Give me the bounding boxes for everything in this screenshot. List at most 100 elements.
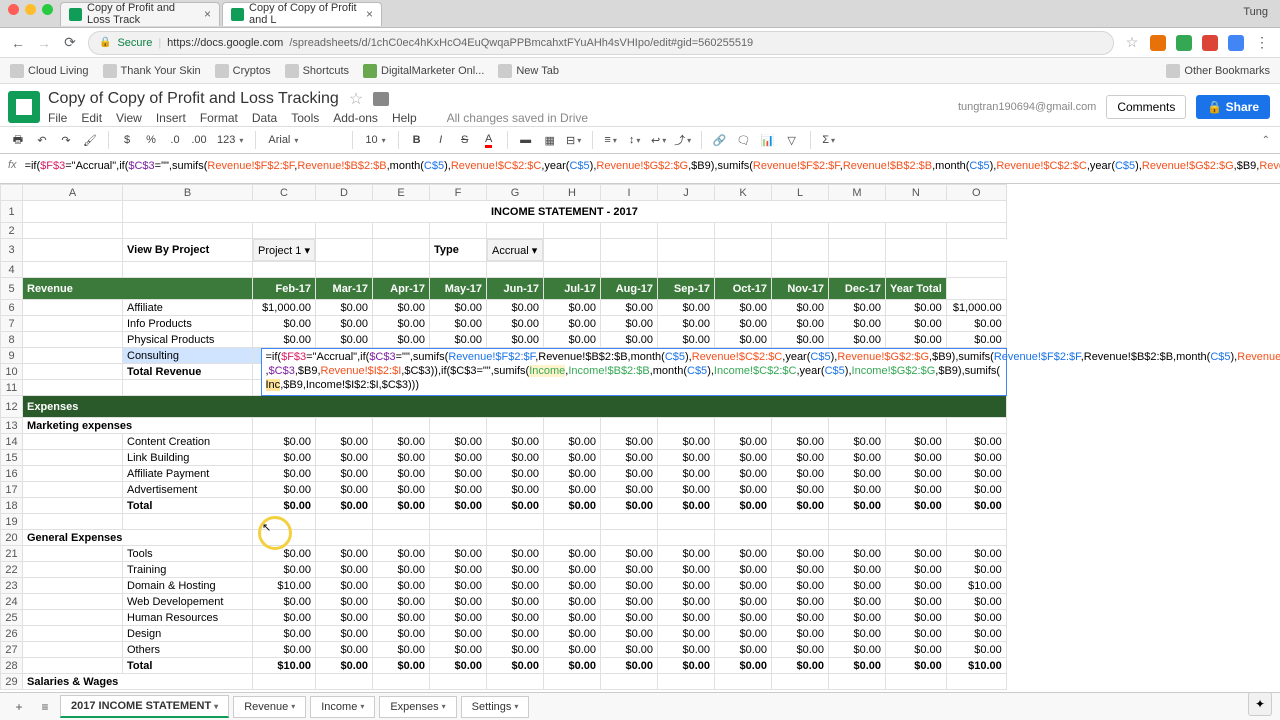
- cell[interactable]: [23, 690, 123, 691]
- month-header[interactable]: Nov-17: [772, 278, 829, 300]
- money-cell[interactable]: $0.00: [253, 316, 316, 332]
- money-cell[interactable]: $0.00: [658, 434, 715, 450]
- cell[interactable]: [123, 380, 253, 396]
- col-header[interactable]: [1, 185, 23, 201]
- row-header[interactable]: 14: [1, 434, 23, 450]
- add-sheet-button[interactable]: +: [8, 696, 30, 718]
- row-header[interactable]: 24: [1, 594, 23, 610]
- row-label[interactable]: Tools: [123, 546, 253, 562]
- money-cell[interactable]: $0.00: [430, 626, 487, 642]
- money-cell[interactable]: $0.00: [772, 332, 829, 348]
- browser-tab-1[interactable]: Copy of Profit and Loss Track ×: [60, 2, 220, 26]
- cell[interactable]: [123, 514, 253, 530]
- cell[interactable]: [316, 262, 373, 278]
- money-cell[interactable]: $0.00: [946, 562, 1006, 578]
- halign-icon[interactable]: ≡▾: [601, 130, 621, 150]
- extension-icon[interactable]: [1202, 35, 1218, 51]
- forward-button[interactable]: →: [36, 35, 52, 51]
- money-cell[interactable]: $0.00: [886, 498, 947, 514]
- money-cell[interactable]: $0.00: [316, 498, 373, 514]
- money-cell[interactable]: $1,000.00: [946, 300, 1006, 316]
- menu-file[interactable]: File: [48, 111, 67, 125]
- cell[interactable]: [253, 418, 316, 434]
- money-cell[interactable]: $0.00: [487, 498, 544, 514]
- money-cell[interactable]: $0.00: [715, 658, 772, 674]
- money-cell[interactable]: $0.00: [658, 466, 715, 482]
- money-cell[interactable]: $0.00: [886, 594, 947, 610]
- row-label[interactable]: Human Resources: [123, 610, 253, 626]
- cell[interactable]: [487, 514, 544, 530]
- col-header[interactable]: J: [658, 185, 715, 201]
- row-header[interactable]: 16: [1, 466, 23, 482]
- money-cell[interactable]: $0.00: [544, 562, 601, 578]
- money-cell[interactable]: $10.00: [253, 658, 316, 674]
- row-header[interactable]: 18: [1, 498, 23, 514]
- row-label[interactable]: Web Developement: [123, 594, 253, 610]
- money-cell[interactable]: $0.00: [544, 434, 601, 450]
- money-cell[interactable]: $0.00: [886, 626, 947, 642]
- money-cell[interactable]: $0.00: [253, 562, 316, 578]
- bookmark[interactable]: Thank Your Skin: [103, 64, 201, 78]
- money-cell[interactable]: $0.00: [829, 332, 886, 348]
- money-cell[interactable]: $0.00: [886, 578, 947, 594]
- cell[interactable]: [601, 514, 658, 530]
- row-label[interactable]: Consulting: [123, 348, 253, 364]
- money-cell[interactable]: $0.00: [715, 690, 772, 691]
- cell[interactable]: [23, 300, 123, 316]
- bookmark[interactable]: Cryptos: [215, 64, 271, 78]
- money-cell[interactable]: $0.00: [601, 316, 658, 332]
- sheet-tab-settings[interactable]: Settings▾: [461, 696, 530, 718]
- money-cell[interactable]: $0.00: [829, 450, 886, 466]
- cell[interactable]: [544, 514, 601, 530]
- cell[interactable]: [715, 418, 772, 434]
- cell[interactable]: [946, 262, 1006, 278]
- cell[interactable]: [23, 332, 123, 348]
- row-header[interactable]: 22: [1, 562, 23, 578]
- cell[interactable]: [829, 674, 886, 690]
- close-window[interactable]: [8, 4, 19, 15]
- money-cell[interactable]: $0.00: [253, 466, 316, 482]
- cell[interactable]: [886, 262, 947, 278]
- money-cell[interactable]: $0.00: [658, 626, 715, 642]
- row-label[interactable]: Physical Products: [123, 332, 253, 348]
- cell[interactable]: [253, 674, 316, 690]
- row-header[interactable]: 10: [1, 364, 23, 380]
- fill-color-icon[interactable]: ▬: [516, 130, 536, 150]
- money-cell[interactable]: $0.00: [829, 466, 886, 482]
- money-cell[interactable]: $0.00: [886, 482, 947, 498]
- money-cell[interactable]: $0.00: [658, 482, 715, 498]
- money-cell[interactable]: $0.00: [253, 690, 316, 691]
- money-cell[interactable]: $0.00: [373, 498, 430, 514]
- strike-icon[interactable]: S: [455, 130, 475, 150]
- money-cell[interactable]: $0.00: [544, 482, 601, 498]
- money-cell[interactable]: $0.00: [430, 332, 487, 348]
- row-header[interactable]: 19: [1, 514, 23, 530]
- maximize-window[interactable]: [42, 4, 53, 15]
- row-header[interactable]: 8: [1, 332, 23, 348]
- cell[interactable]: [715, 674, 772, 690]
- cell[interactable]: [23, 316, 123, 332]
- extension-icon[interactable]: [1176, 35, 1192, 51]
- cell[interactable]: [601, 239, 658, 262]
- money-cell[interactable]: $0.00: [886, 300, 947, 316]
- money-cell[interactable]: $0.00: [715, 626, 772, 642]
- expenses-header[interactable]: Expenses: [23, 396, 1007, 418]
- money-cell[interactable]: $0.00: [373, 594, 430, 610]
- money-cell[interactable]: $0.00: [316, 690, 373, 691]
- money-cell[interactable]: $0.00: [886, 316, 947, 332]
- month-header[interactable]: Feb-17: [253, 278, 316, 300]
- money-cell[interactable]: $0.00: [886, 546, 947, 562]
- money-cell[interactable]: $0.00: [544, 658, 601, 674]
- minimize-window[interactable]: [25, 4, 36, 15]
- cell[interactable]: [373, 530, 430, 546]
- money-cell[interactable]: $0.00: [601, 594, 658, 610]
- money-cell[interactable]: $0.00: [316, 642, 373, 658]
- cell[interactable]: [544, 674, 601, 690]
- money-cell[interactable]: $0.00: [886, 332, 947, 348]
- money-cell[interactable]: $0.00: [658, 450, 715, 466]
- cell[interactable]: [601, 223, 658, 239]
- money-cell[interactable]: $0.00: [772, 562, 829, 578]
- cell[interactable]: [946, 674, 1006, 690]
- undo-icon[interactable]: ↶: [32, 130, 52, 150]
- money-cell[interactable]: $0.00: [316, 300, 373, 316]
